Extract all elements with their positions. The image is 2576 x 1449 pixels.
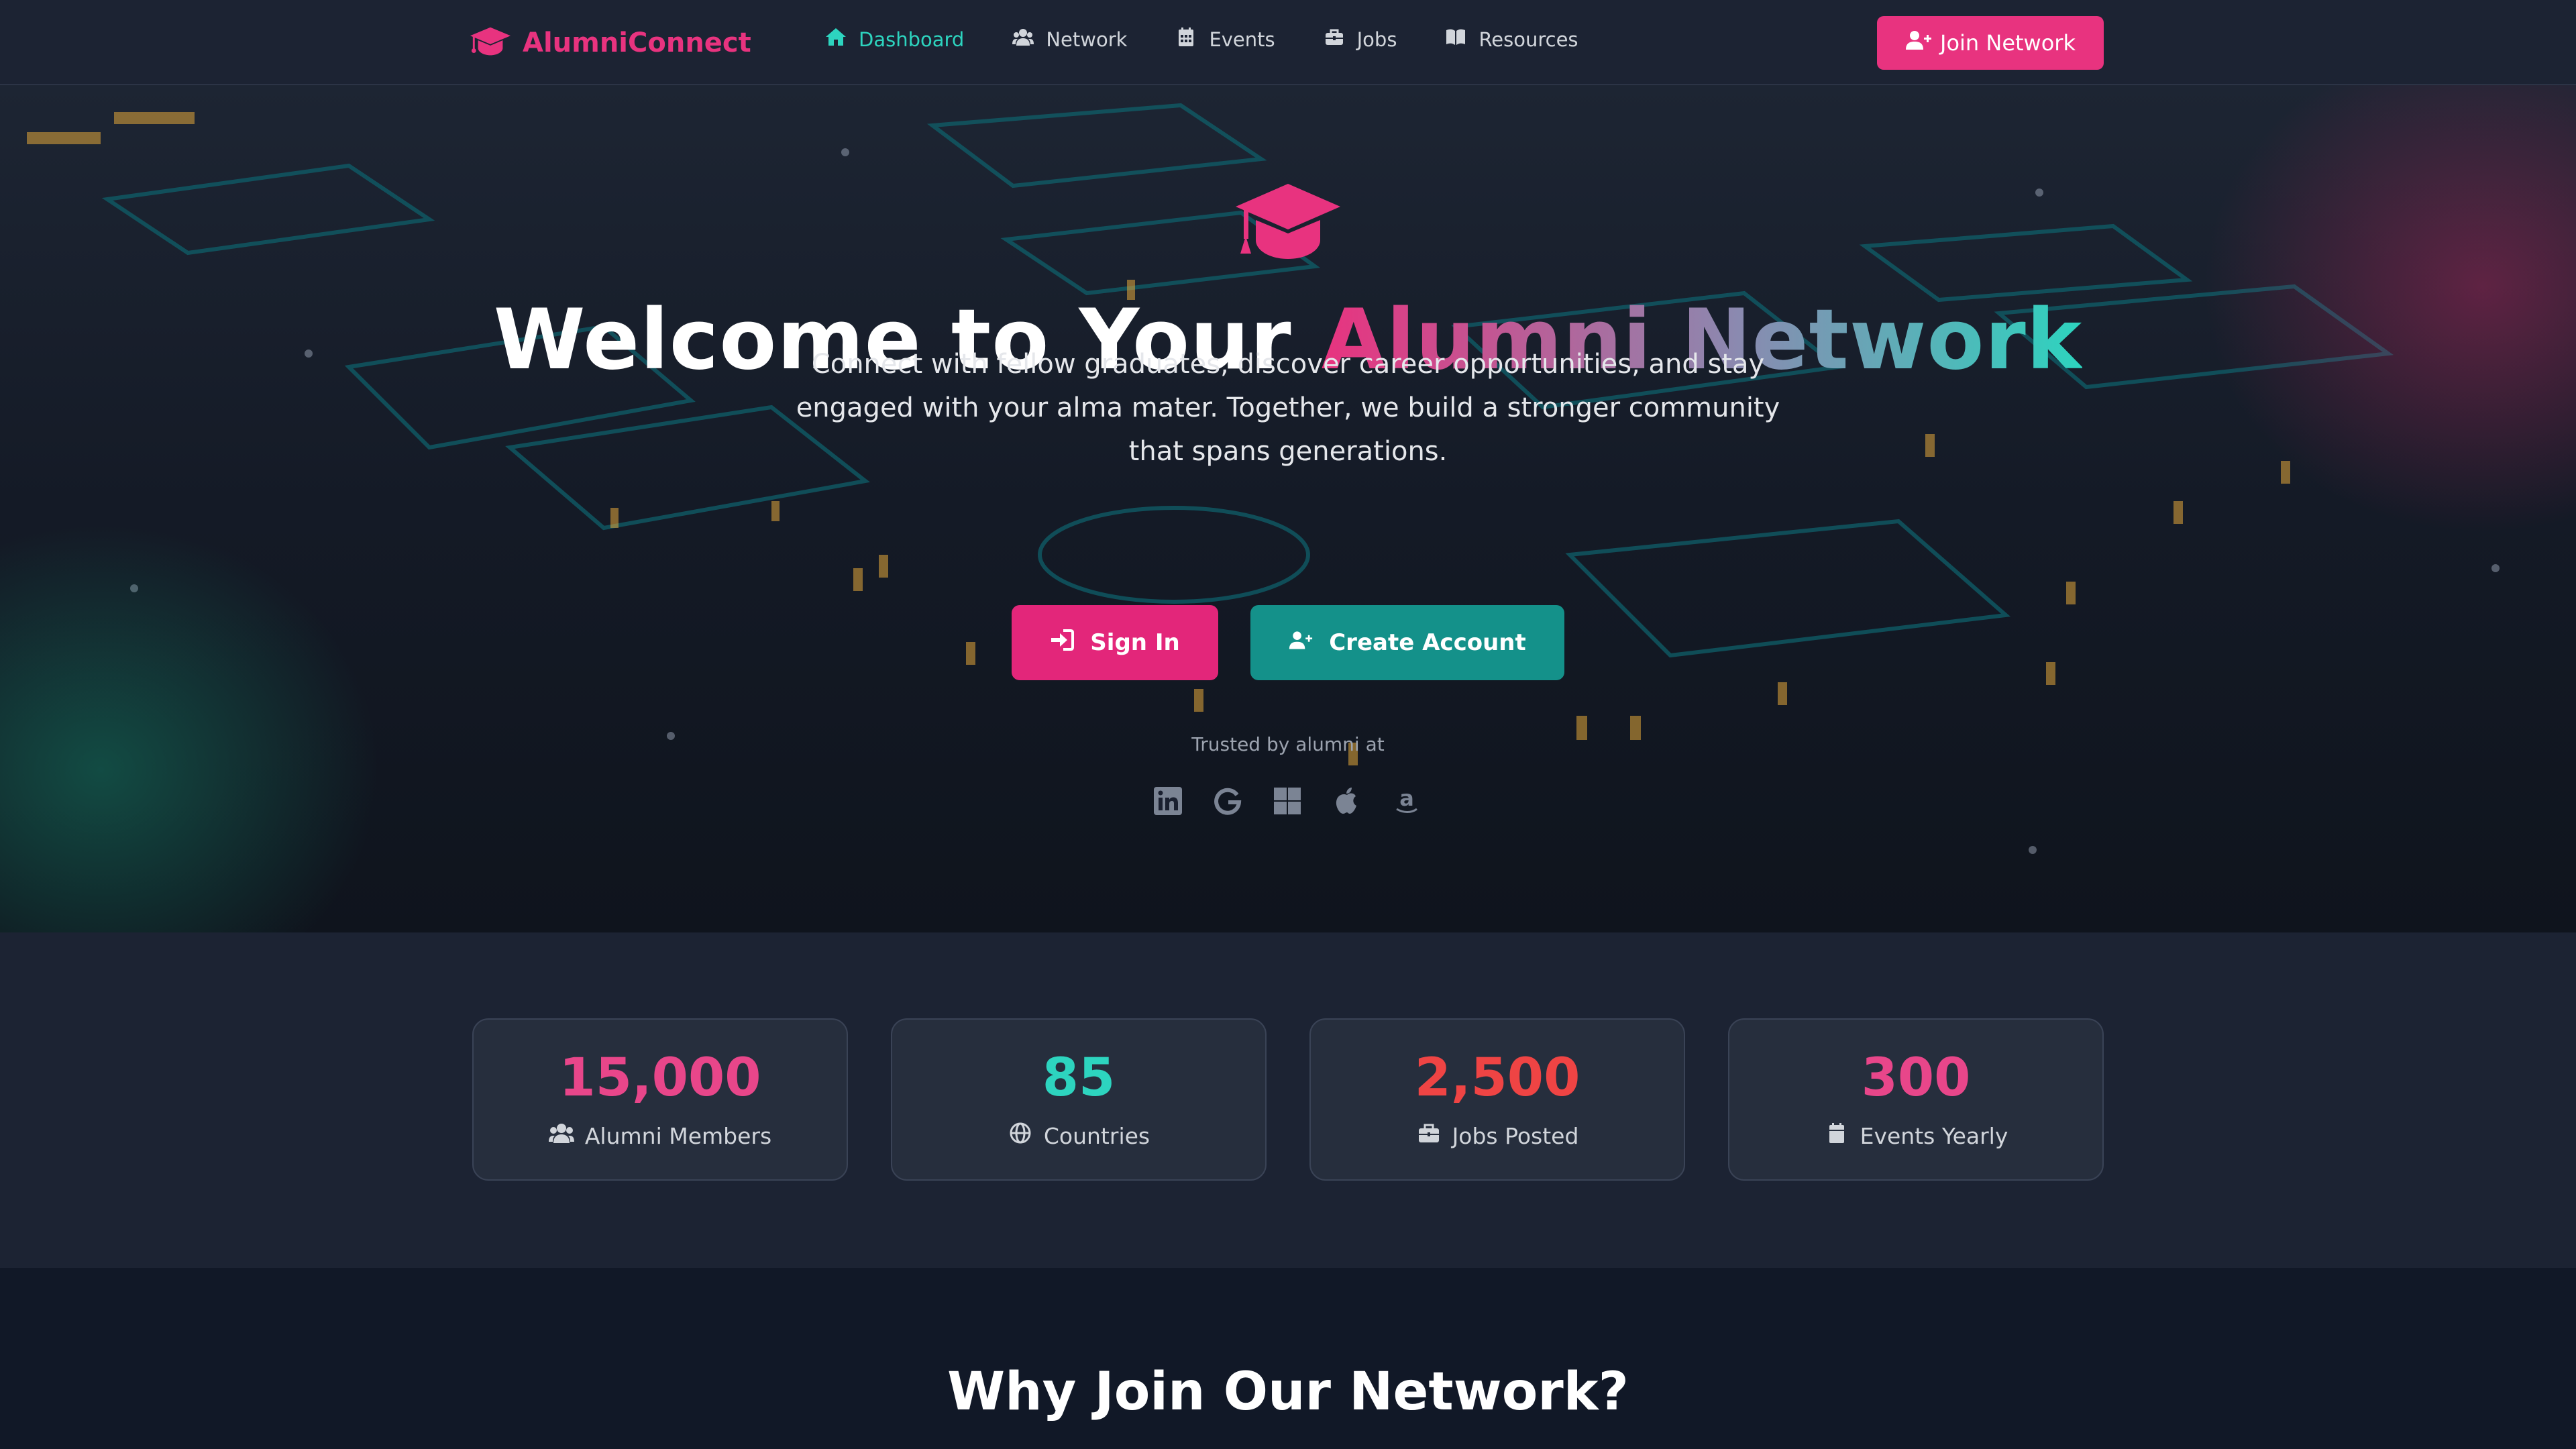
stat-card-alumni: 15,000 Alumni Members	[472, 1018, 848, 1181]
nav-links: Dashboard Network Events Jobs Resources	[825, 27, 1627, 52]
windows-icon	[1272, 786, 1303, 819]
stat-label: Alumni Members	[584, 1122, 772, 1149]
google-icon	[1212, 786, 1243, 819]
stat-label-row: Events Yearly	[1729, 1122, 2102, 1150]
nav-item-label: Resources	[1479, 28, 1578, 51]
stat-label-row: Countries	[892, 1122, 1265, 1150]
stats-section: 15,000 Alumni Members 85 Countries 2,500…	[0, 932, 2576, 1268]
calendar-icon	[1824, 1122, 1860, 1150]
apple-icon	[1332, 786, 1362, 819]
join-network-label: Join Network	[1940, 30, 2076, 56]
stat-value: 15,000	[559, 1048, 761, 1108]
stat-card-jobs: 2,500 Jobs Posted	[1309, 1018, 1685, 1181]
calendar-icon	[1175, 27, 1209, 52]
trusted-by-label: Trusted by alumni at	[1191, 733, 1385, 755]
linkedin-icon	[1152, 786, 1183, 819]
stat-label: Events Yearly	[1860, 1122, 2008, 1149]
section-title: Why Join Our Network?	[947, 1362, 1629, 1422]
stat-value: 85	[1042, 1048, 1116, 1108]
users-icon	[548, 1122, 585, 1150]
why-join-section: Why Join Our Network?	[0, 1268, 2576, 1449]
nav-item-label: Network	[1046, 28, 1128, 51]
svg-text:a: a	[1399, 786, 1414, 811]
globe-icon	[1008, 1122, 1044, 1150]
create-account-label: Create Account	[1329, 629, 1526, 656]
stat-label: Jobs Posted	[1452, 1122, 1579, 1149]
stat-label: Countries	[1043, 1122, 1150, 1149]
briefcase-icon	[1324, 27, 1357, 52]
nav-item-label: Dashboard	[859, 28, 965, 51]
sign-in-label: Sign In	[1090, 629, 1180, 656]
nav-item-events[interactable]: Events	[1175, 27, 1275, 52]
nav-item-label: Events	[1209, 28, 1275, 51]
join-network-button[interactable]: Join Network	[1877, 16, 2104, 70]
nav-item-dashboard[interactable]: Dashboard	[825, 27, 964, 52]
user-plus-icon	[1905, 30, 1940, 56]
top-navbar: AlumniConnect Dashboard Network Events J…	[0, 0, 2576, 85]
nav-item-resources[interactable]: Resources	[1445, 27, 1578, 52]
hero-subtitle: Connect with fellow graduates, discover …	[796, 349, 1780, 467]
graduation-cap-icon	[470, 25, 511, 60]
stat-card-events: 300 Events Yearly	[1728, 1018, 2104, 1181]
stat-label-row: Alumni Members	[474, 1122, 847, 1150]
graduation-cap-icon	[1234, 182, 1342, 262]
amazon-icon: a	[1391, 786, 1422, 819]
home-icon	[825, 27, 859, 52]
stat-label-row: Jobs Posted	[1311, 1122, 1684, 1150]
brand-logo[interactable]: AlumniConnect	[470, 25, 751, 60]
create-account-button[interactable]: Create Account	[1250, 605, 1564, 680]
brand-name: AlumniConnect	[523, 28, 751, 58]
book-icon	[1445, 27, 1479, 52]
stat-card-countries: 85 Countries	[891, 1018, 1267, 1181]
stat-value: 300	[1861, 1048, 1971, 1108]
users-icon	[1012, 27, 1046, 52]
stat-value: 2,500	[1414, 1048, 1580, 1108]
hero-section: Welcome to Your Alumni Network Connect w…	[0, 85, 2576, 932]
hero-glow-left	[0, 501, 402, 932]
briefcase-icon	[1416, 1122, 1452, 1150]
user-plus-icon	[1289, 629, 1329, 657]
nav-item-jobs[interactable]: Jobs	[1324, 27, 1397, 52]
trusted-logos: a	[1152, 786, 1451, 819]
sign-in-icon	[1050, 629, 1090, 657]
nav-item-network[interactable]: Network	[1012, 27, 1127, 52]
sign-in-button[interactable]: Sign In	[1012, 605, 1218, 680]
nav-item-label: Jobs	[1356, 28, 1397, 51]
